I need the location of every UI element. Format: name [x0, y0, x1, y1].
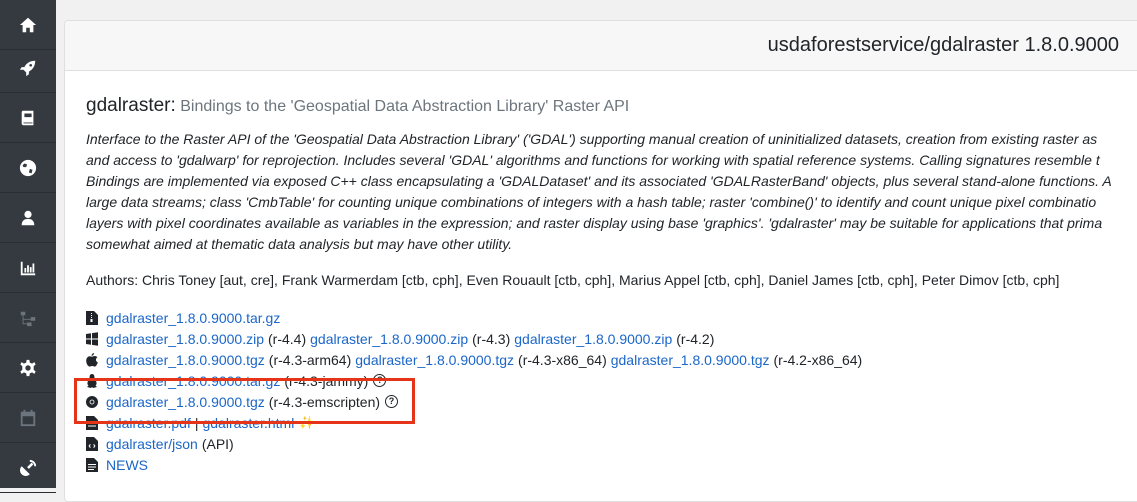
user-secret-icon	[21, 210, 35, 225]
sidebar-item-calendar[interactable]	[0, 393, 56, 443]
linux-icon	[86, 373, 98, 388]
windows-tag: (r-4.2)	[676, 330, 715, 347]
rocket-icon	[19, 60, 36, 76]
question-circle-icon[interactable]: ?	[385, 395, 399, 408]
description-line: layers with pixel coordinates available …	[86, 215, 1103, 231]
description-line: large data streams; class 'CmbTable' for…	[86, 194, 1097, 210]
json-api-link[interactable]: gdalraster/json	[106, 436, 198, 452]
file-row-json: gdalraster/json (API)	[86, 433, 234, 454]
link-separator: |	[194, 414, 199, 431]
download-wasm-link[interactable]: gdalraster_1.8.0.9000.tgz	[106, 394, 265, 410]
macos-tag: (r-4.3-x86_64)	[518, 351, 607, 368]
authors: Authors: Chris Toney [aut, cre], Frank W…	[86, 272, 1060, 288]
file-zip-icon	[86, 310, 98, 325]
book-icon	[21, 110, 34, 125]
file-text-icon	[86, 457, 98, 472]
question-circle-icon[interactable]: ?	[373, 374, 387, 387]
package-card: usdaforestservice/gdalraster 1.8.0.9000 …	[64, 20, 1137, 502]
gear-icon	[20, 359, 36, 376]
package-title-row: gdalraster: Bindings to the 'Geospatial …	[86, 95, 629, 117]
file-row-wasm: gdalraster_1.8.0.9000.tgz (r-4.3-emscrip…	[86, 391, 399, 412]
package-name: gdalraster:	[86, 95, 176, 116]
file-row-linux: gdalraster_1.8.0.9000.tar.gz (r-4.3-jamm…	[86, 370, 387, 391]
download-windows-link[interactable]: gdalraster_1.8.0.9000.zip	[514, 331, 672, 347]
file-pdf-icon	[86, 415, 98, 430]
page-title: usdaforestservice/gdalraster 1.8.0.9000	[767, 34, 1119, 56]
chrome-icon	[86, 395, 98, 409]
download-macos-link[interactable]: gdalraster_1.8.0.9000.tgz	[106, 352, 265, 368]
download-linux-link[interactable]: gdalraster_1.8.0.9000.tar.gz	[106, 373, 280, 389]
download-windows-link[interactable]: gdalraster_1.8.0.9000.zip	[310, 331, 468, 347]
description-line: and access to 'gdalwarp' for reprojectio…	[86, 152, 1100, 168]
download-windows-link[interactable]: gdalraster_1.8.0.9000.zip	[106, 331, 264, 347]
sidebar-item-api[interactable]	[0, 443, 56, 493]
windows-tag: (r-4.3)	[472, 330, 511, 347]
manual-html-link[interactable]: gdalraster.html	[202, 415, 294, 431]
calendar-icon	[20, 409, 36, 426]
satellite-dish-icon	[20, 459, 37, 476]
description-line: Bindings are implemented via exposed C++…	[86, 173, 1112, 189]
apple-icon	[86, 352, 98, 367]
globe-icon	[19, 159, 37, 176]
file-row-manual: gdalraster.pdf | gdalraster.html ✨	[86, 412, 316, 433]
linux-tag: (r-4.3-jammy)	[284, 372, 369, 389]
sidebar	[0, 0, 56, 493]
download-macos-link[interactable]: gdalraster_1.8.0.9000.tgz	[355, 352, 514, 368]
windows-icon	[86, 331, 98, 346]
sidebar-item-settings[interactable]	[0, 343, 56, 393]
file-row-macos: gdalraster_1.8.0.9000.tgz (r-4.3-arm64) …	[86, 349, 862, 370]
sidebar-item-stats[interactable]	[0, 243, 56, 293]
package-description: Interface to the Raster API of the 'Geos…	[86, 129, 1137, 255]
file-row-source: gdalraster_1.8.0.9000.tar.gz	[86, 307, 280, 328]
windows-tag: (r-4.4)	[268, 330, 307, 347]
description-line: Interface to the Raster API of the 'Geos…	[86, 131, 1098, 147]
sidebar-item-maintainers[interactable]	[0, 193, 56, 243]
sidebar-item-docs[interactable]	[0, 93, 56, 143]
sparkle-icon: ✨	[299, 414, 316, 430]
json-tag: (API)	[201, 435, 234, 452]
download-macos-link[interactable]: gdalraster_1.8.0.9000.tgz	[611, 352, 770, 368]
sitemap-icon	[20, 311, 36, 326]
sidebar-item-builds[interactable]	[0, 43, 56, 93]
home-icon	[19, 17, 37, 32]
file-row-news: NEWS	[86, 454, 148, 475]
macos-tag: (r-4.2-x86_64)	[773, 351, 863, 368]
macos-tag: (r-4.3-arm64)	[268, 351, 352, 368]
sidebar-item-dependencies[interactable]	[0, 293, 56, 343]
wasm-tag: (r-4.3-emscripten)	[268, 393, 381, 410]
package-title: Bindings to the 'Geospatial Data Abstrac…	[180, 98, 630, 115]
chart-bar-icon	[20, 261, 36, 275]
file-code-icon	[86, 436, 98, 451]
file-row-windows: gdalraster_1.8.0.9000.zip (r-4.4) gdalra…	[86, 328, 714, 349]
manual-pdf-link[interactable]: gdalraster.pdf	[106, 415, 191, 431]
download-source-link[interactable]: gdalraster_1.8.0.9000.tar.gz	[106, 310, 280, 326]
description-line: somewhat aimed at thematic data analysis…	[86, 236, 513, 252]
card-header: usdaforestservice/gdalraster 1.8.0.9000	[65, 21, 1137, 71]
sidebar-item-universe[interactable]	[0, 143, 56, 193]
news-link[interactable]: NEWS	[106, 457, 148, 473]
